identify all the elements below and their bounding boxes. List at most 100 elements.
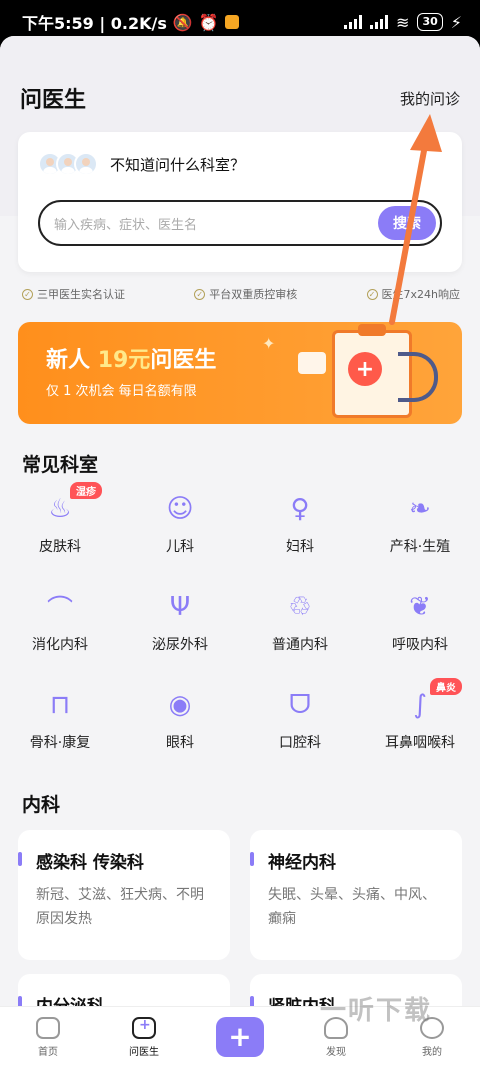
chat-bubble-icon [298, 352, 326, 374]
trust-badge: ✓ 平台双重质控审核 [194, 286, 297, 302]
stethoscope-icon [398, 352, 438, 402]
department-item[interactable]: ◉ 眼科 [120, 688, 240, 752]
app-notification-icon [224, 15, 239, 29]
department-item[interactable]: ⌒ 消化内科 [0, 590, 120, 654]
department-label: 呼吸内科 [392, 637, 448, 653]
tab-mine-label: 我的 [422, 1046, 442, 1058]
tab-home-label: 首页 [38, 1046, 58, 1058]
department-card[interactable]: 神经内科 失眠、头晕、头痛、中风、癫痫 [250, 830, 462, 960]
status-left: 下午5:59 | 0.2K/s 🔕 ⏰ [22, 10, 239, 34]
avatar [74, 152, 98, 176]
trust-badge-label: 平台双重质控审核 [209, 288, 298, 301]
urinary-icon: Ψ [169, 592, 191, 622]
mute-icon: 🔕 [172, 12, 193, 32]
department-item[interactable]: ∫ 耳鼻咽喉科 鼻炎 [360, 678, 480, 752]
department-item[interactable]: ♀ 妇科 [240, 492, 360, 556]
signal-icon [344, 15, 363, 29]
department-label: 儿科 [166, 539, 194, 555]
department-item[interactable]: ⊓ 骨科·康复 [0, 688, 120, 752]
tab-discover[interactable]: 发现 [288, 1007, 384, 1067]
stomach-icon: ⌒ [46, 594, 73, 625]
promo-title: 新人 19元问医生 [46, 342, 216, 374]
medical-cross-icon: + [348, 352, 382, 386]
charging-icon: ⚡ [450, 12, 462, 32]
department-label: 骨科·康复 [29, 735, 91, 751]
department-item[interactable]: ❧ 产科·生殖 [360, 492, 480, 556]
department-item[interactable]: ❦ 呼吸内科 [360, 590, 480, 654]
department-label: 皮肤科 [39, 539, 81, 555]
promo-subtitle: 仅 1 次机会 每日名额有限 [46, 384, 197, 399]
department-card-desc: 失眠、头晕、头痛、中风、癫痫 [268, 887, 436, 927]
sparkle-icon: ✦ [262, 334, 276, 353]
common-departments-title: 常见科室 [22, 454, 99, 476]
status-time-speed: 下午5:59 | 0.2K/s [22, 14, 167, 33]
internal-medicine-title: 内科 [22, 794, 61, 816]
department-item[interactable]: ♨ 皮肤科 湿疹 [0, 482, 120, 556]
department-label: 妇科 [286, 539, 314, 555]
tab-home[interactable]: 首页 [0, 1007, 96, 1067]
department-tag: 鼻炎 [430, 678, 462, 695]
tab-ask-doctor[interactable]: 问医生 [96, 1007, 192, 1067]
department-label: 眼科 [166, 735, 194, 751]
uterus-icon: ♀ [290, 494, 310, 524]
tab-ask-doctor-label: 问医生 [129, 1046, 159, 1058]
plus-icon: + [216, 1017, 264, 1057]
eye-icon: ◉ [168, 690, 192, 720]
child-face-icon: ☺ [166, 494, 194, 524]
trust-badge-label: 医生7x24h响应 [381, 288, 460, 301]
clipboard-clip-icon [358, 324, 386, 336]
trust-badges: ✓ 三甲医生实名认证 ✓ 平台双重质控审核 ✓ 医生7x24h响应 [22, 286, 460, 302]
department-label: 泌尿外科 [152, 637, 208, 653]
discover-icon [324, 1016, 348, 1039]
department-grid: ♨ 皮肤科 湿疹 ☺ 儿科 ♀ 妇科 ❧ 产科·生殖 ⌒ 消化内科 Ψ 泌尿外科 ♲ 普通内科 ❦ 呼吸内科 ⊓ 骨… [0, 482, 480, 752]
department-item[interactable]: ♲ 普通内科 [240, 590, 360, 654]
department-card-title: 感染科 传染科 [18, 848, 212, 873]
department-card-title: 神经内科 [250, 848, 444, 873]
app-screen: 问医生 我的问诊 不知道问什么科室？ 输入疾病、症状、医生名 搜索 ✓ 三甲医生实… [0, 36, 480, 1067]
new-user-promo-banner[interactable]: 新人 19元问医生 仅 1 次机会 每日名额有限 ✦ + [18, 322, 462, 424]
department-item[interactable]: ᗜ 口腔科 [240, 688, 360, 752]
obstetrics-icon: ❧ [409, 494, 431, 524]
search-prompt-text: 不知道问什么科室？ [110, 155, 246, 174]
department-item[interactable]: Ψ 泌尿外科 [120, 590, 240, 654]
my-consultations-link[interactable]: 我的问诊 [400, 88, 460, 109]
tab-create[interactable]: + [192, 1007, 288, 1067]
search-placeholder: 输入疾病、症状、医生名 [54, 217, 198, 233]
profile-icon [420, 1016, 444, 1039]
tooth-icon: ᗜ [289, 689, 311, 720]
department-label: 普通内科 [272, 637, 328, 653]
check-circle-icon: ✓ [366, 288, 378, 300]
department-label: 耳鼻咽喉科 [385, 735, 455, 751]
trust-badge-label: 三甲医生实名认证 [37, 288, 125, 301]
lungs-icon: ❦ [409, 592, 431, 622]
trust-badge: ✓ 医生7x24h响应 [366, 286, 460, 302]
signal-icon-2 [370, 15, 389, 29]
department-label: 消化内科 [32, 637, 88, 653]
department-tag: 湿疹 [70, 482, 102, 499]
page-header: 问医生 我的问诊 [20, 82, 460, 114]
check-circle-icon: ✓ [22, 288, 33, 300]
search-prompt-row: 不知道问什么科室？ [38, 152, 245, 176]
search-card: 不知道问什么科室？ 输入疾病、症状、医生名 搜索 [18, 132, 462, 272]
bottom-tab-bar: 首页 问医生 + 发现 我的 [0, 1006, 480, 1067]
department-label: 产科·生殖 [389, 539, 451, 555]
ask-doctor-icon [132, 1016, 156, 1039]
tab-mine[interactable]: 我的 [384, 1007, 480, 1067]
wifi-icon: ≋ [396, 12, 410, 32]
trust-badge: ✓ 三甲医生实名认证 [22, 286, 125, 302]
alarm-icon: ⏰ [198, 12, 219, 32]
promo-amount: 19元 [97, 348, 151, 373]
tab-discover-label: 发现 [326, 1046, 346, 1058]
search-button[interactable]: 搜索 [378, 206, 436, 240]
doctor-avatars [38, 152, 98, 176]
department-card[interactable]: 感染科 传染科 新冠、艾滋、狂犬病、不明原因发热 [18, 830, 230, 960]
battery-indicator: 30 [417, 13, 443, 31]
page-title: 问医生 [20, 88, 87, 113]
search-input[interactable]: 输入疾病、症状、医生名 搜索 [38, 200, 442, 246]
department-label: 口腔科 [279, 735, 321, 751]
department-item[interactable]: ☺ 儿科 [120, 492, 240, 556]
promo-title-prefix: 新人 [46, 348, 91, 373]
promo-title-suffix: 问医生 [150, 348, 217, 373]
kidney-icon: ♲ [288, 592, 312, 622]
department-card-desc: 新冠、艾滋、狂犬病、不明原因发热 [36, 887, 204, 927]
